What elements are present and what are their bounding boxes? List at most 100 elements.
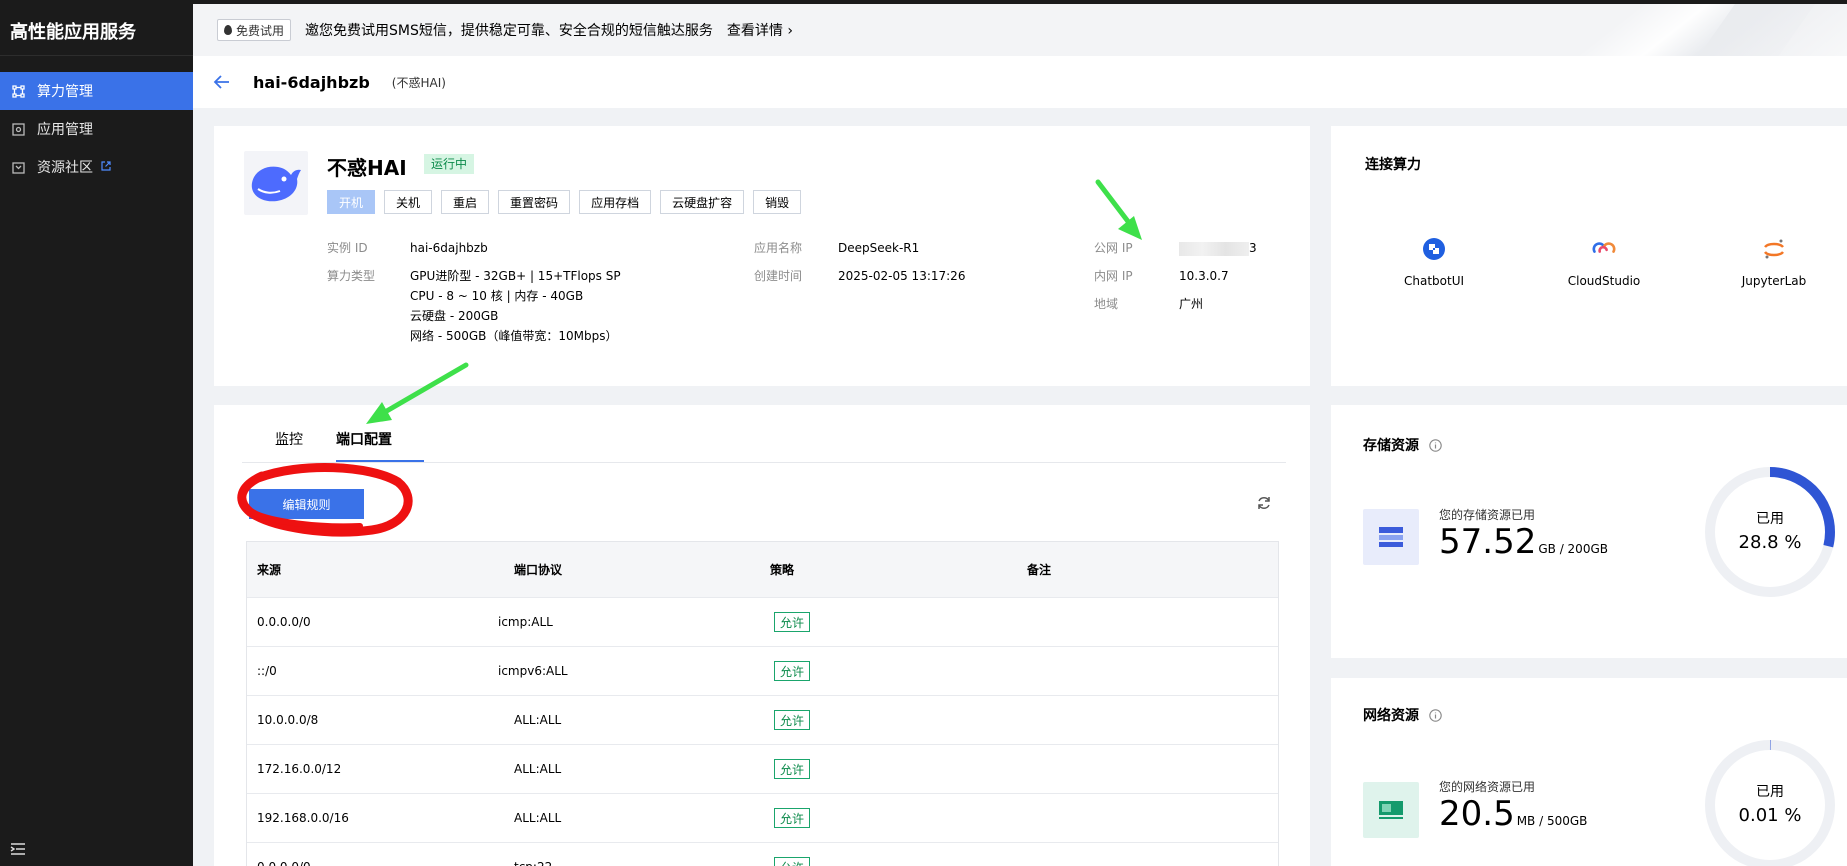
created-time-value: 2025-02-05 13:17:26	[838, 269, 966, 283]
cell-protocol: ALL:ALL	[514, 811, 562, 825]
port-config-card: 监控 端口配置 编辑规则 来源 端口协议 策略 备注 0.0.0.0/0 icm…	[214, 405, 1310, 866]
compute-type-line: 网络 - 500GB（峰值带宽：10Mbps）	[410, 329, 618, 343]
storage-usage-label: 您的存储资源已用	[1439, 508, 1536, 522]
policy-badge: 允许	[774, 612, 811, 632]
cell-source: 172.16.0.0/12	[257, 762, 342, 776]
instance-actions: 开机 关机 重启 重置密码 应用存档 云硬盘扩容 销毁	[327, 190, 810, 214]
table-header-row: 来源 端口协议 策略 备注	[247, 542, 1278, 598]
banner-text: 邀您免费试用SMS短信，提供稳定可靠、安全合规的短信触达服务	[305, 23, 713, 39]
power-off-button[interactable]: 关机	[384, 190, 433, 214]
storage-title: 存储资源	[1363, 435, 1442, 455]
compute-type-line: CPU - 8 ~ 10 核 | 内存 - 40GB	[410, 289, 584, 303]
field-label: 公网 IP	[1094, 241, 1133, 255]
instance-info-card: 不惑HAI 运行中 开机 关机 重启 重置密码 应用存档 云硬盘扩容 销毁 实例…	[214, 126, 1310, 386]
table-row: ::/0 icmpv6:ALL 允许	[247, 647, 1278, 696]
connect-card: 连接算力 ChatbotUI CloudStudio JupyterLab	[1331, 126, 1847, 386]
table-row: 10.0.0.0/8 ALL:ALL 允许	[247, 696, 1278, 745]
cell-source: 0.0.0.0/0	[257, 615, 311, 629]
compute-type-line: 云硬盘 - 200GB	[410, 309, 499, 323]
cell-source: ::/0	[257, 664, 277, 678]
network-ring-text: 已用 0.01 %	[1738, 784, 1802, 826]
cell-protocol: icmp:ALL	[498, 615, 553, 629]
cell-source: 10.0.0.0/8	[257, 713, 319, 727]
refresh-icon[interactable]	[1256, 495, 1274, 513]
app-icon	[11, 122, 25, 136]
cell-source: 192.168.0.0/16	[257, 811, 349, 825]
app-archive-button[interactable]: 应用存档	[579, 190, 652, 214]
sidebar-item-compute[interactable]: 算力管理	[0, 72, 193, 110]
private-ip-value: 10.3.0.7	[1179, 269, 1229, 283]
policy-badge: 允许	[774, 710, 811, 730]
cell-source: 0.0.0.0/0	[257, 843, 311, 866]
info-icon[interactable]	[1429, 438, 1442, 452]
back-arrow-icon[interactable]	[213, 74, 231, 90]
network-title: 网络资源	[1363, 705, 1442, 725]
connect-cloudstudio[interactable]: CloudStudio	[1549, 236, 1659, 288]
field-label: 算力类型	[327, 269, 376, 283]
cloudstudio-icon	[1591, 236, 1617, 262]
field-label: 地域	[1094, 297, 1119, 311]
connect-title: 连接算力	[1365, 157, 1421, 173]
security-rules-table: 来源 端口协议 策略 备注 0.0.0.0/0 icmp:ALL 允许 ::/0…	[246, 541, 1279, 866]
column-header-protocol: 端口协议	[514, 563, 563, 577]
page-header: hai-6dajhbzb (不惑HAI)	[193, 56, 1847, 108]
storage-usage-value: 57.52 GB / 200GB	[1439, 522, 1608, 562]
collapse-sidebar-icon[interactable]	[10, 842, 26, 856]
drop-icon	[224, 25, 232, 35]
policy-badge: 允许	[774, 661, 811, 681]
policy-badge: 允许	[774, 857, 811, 866]
policy-badge: 允许	[774, 808, 811, 828]
compute-icon	[11, 84, 25, 98]
banner-details-link[interactable]: 查看详情 ›	[727, 20, 793, 40]
destroy-button[interactable]: 销毁	[753, 190, 802, 214]
compute-type-line: GPU进阶型 - 32GB+ | 15+TFlops SP	[410, 269, 621, 283]
restart-button[interactable]: 重启	[441, 190, 490, 214]
edit-rules-button[interactable]: 编辑规则	[249, 489, 364, 519]
field-label: 应用名称	[754, 241, 803, 255]
sidebar-item-label: 应用管理	[37, 122, 93, 138]
page-title: hai-6dajhbzb	[253, 72, 370, 92]
community-icon	[11, 160, 25, 174]
column-header-source: 来源	[257, 563, 282, 577]
status-badge: 运行中	[424, 154, 475, 174]
app-name: 不惑HAI	[327, 156, 407, 180]
sidebar-item-apps[interactable]: 应用管理	[0, 110, 193, 148]
redacted-ip	[1179, 241, 1249, 256]
policy-badge: 允许	[774, 759, 811, 779]
network-usage-label: 您的网络资源已用	[1439, 780, 1536, 794]
field-label: 创建时间	[754, 269, 803, 283]
tab-port-config[interactable]: 端口配置	[336, 429, 392, 449]
app-name-value: DeepSeek-R1	[838, 241, 920, 255]
sidebar-item-label: 算力管理	[37, 84, 93, 100]
sidebar-item-community[interactable]: 资源社区	[0, 148, 193, 186]
tab-monitor[interactable]: 监控	[275, 429, 303, 449]
network-usage-value: 20.5 MB / 500GB	[1439, 794, 1588, 834]
sidebar: 高性能应用服务 算力管理 应用管理 资源社区	[0, 0, 193, 866]
reset-password-button[interactable]: 重置密码	[498, 190, 571, 214]
power-on-button[interactable]: 开机	[327, 190, 376, 214]
storage-ring-text: 已用 28.8 %	[1738, 511, 1802, 553]
cell-protocol: icmpv6:ALL	[498, 664, 568, 678]
sidebar-item-label: 资源社区	[37, 160, 93, 176]
region-value: 广州	[1179, 297, 1204, 311]
sidebar-title: 高性能应用服务	[10, 22, 136, 43]
connect-jupyterlab[interactable]: JupyterLab	[1719, 236, 1829, 288]
top-strip	[0, 0, 1847, 4]
page-subtitle: (不惑HAI)	[391, 75, 446, 90]
free-trial-badge: 免费试用	[217, 19, 292, 41]
active-tab-indicator	[336, 460, 424, 462]
cell-protocol: ALL:ALL	[514, 762, 562, 776]
disk-expand-button[interactable]: 云硬盘扩容	[660, 190, 745, 214]
info-icon[interactable]	[1429, 708, 1442, 722]
public-ip-value: 3	[1179, 238, 1257, 258]
table-row: 0.0.0.0/0 icmp:ALL 允许	[247, 598, 1278, 647]
table-row: 192.168.0.0/16 ALL:ALL 允许	[247, 794, 1278, 843]
sidebar-divider	[0, 55, 193, 56]
network-icon	[1363, 782, 1419, 838]
chatbotui-icon	[1421, 236, 1447, 262]
table-row: 172.16.0.0/12 ALL:ALL 允许	[247, 745, 1278, 794]
connect-chatbotui[interactable]: ChatbotUI	[1379, 236, 1489, 288]
storage-icon	[1363, 509, 1419, 565]
jupyterlab-icon	[1761, 236, 1787, 262]
column-header-note: 备注	[1027, 563, 1052, 577]
